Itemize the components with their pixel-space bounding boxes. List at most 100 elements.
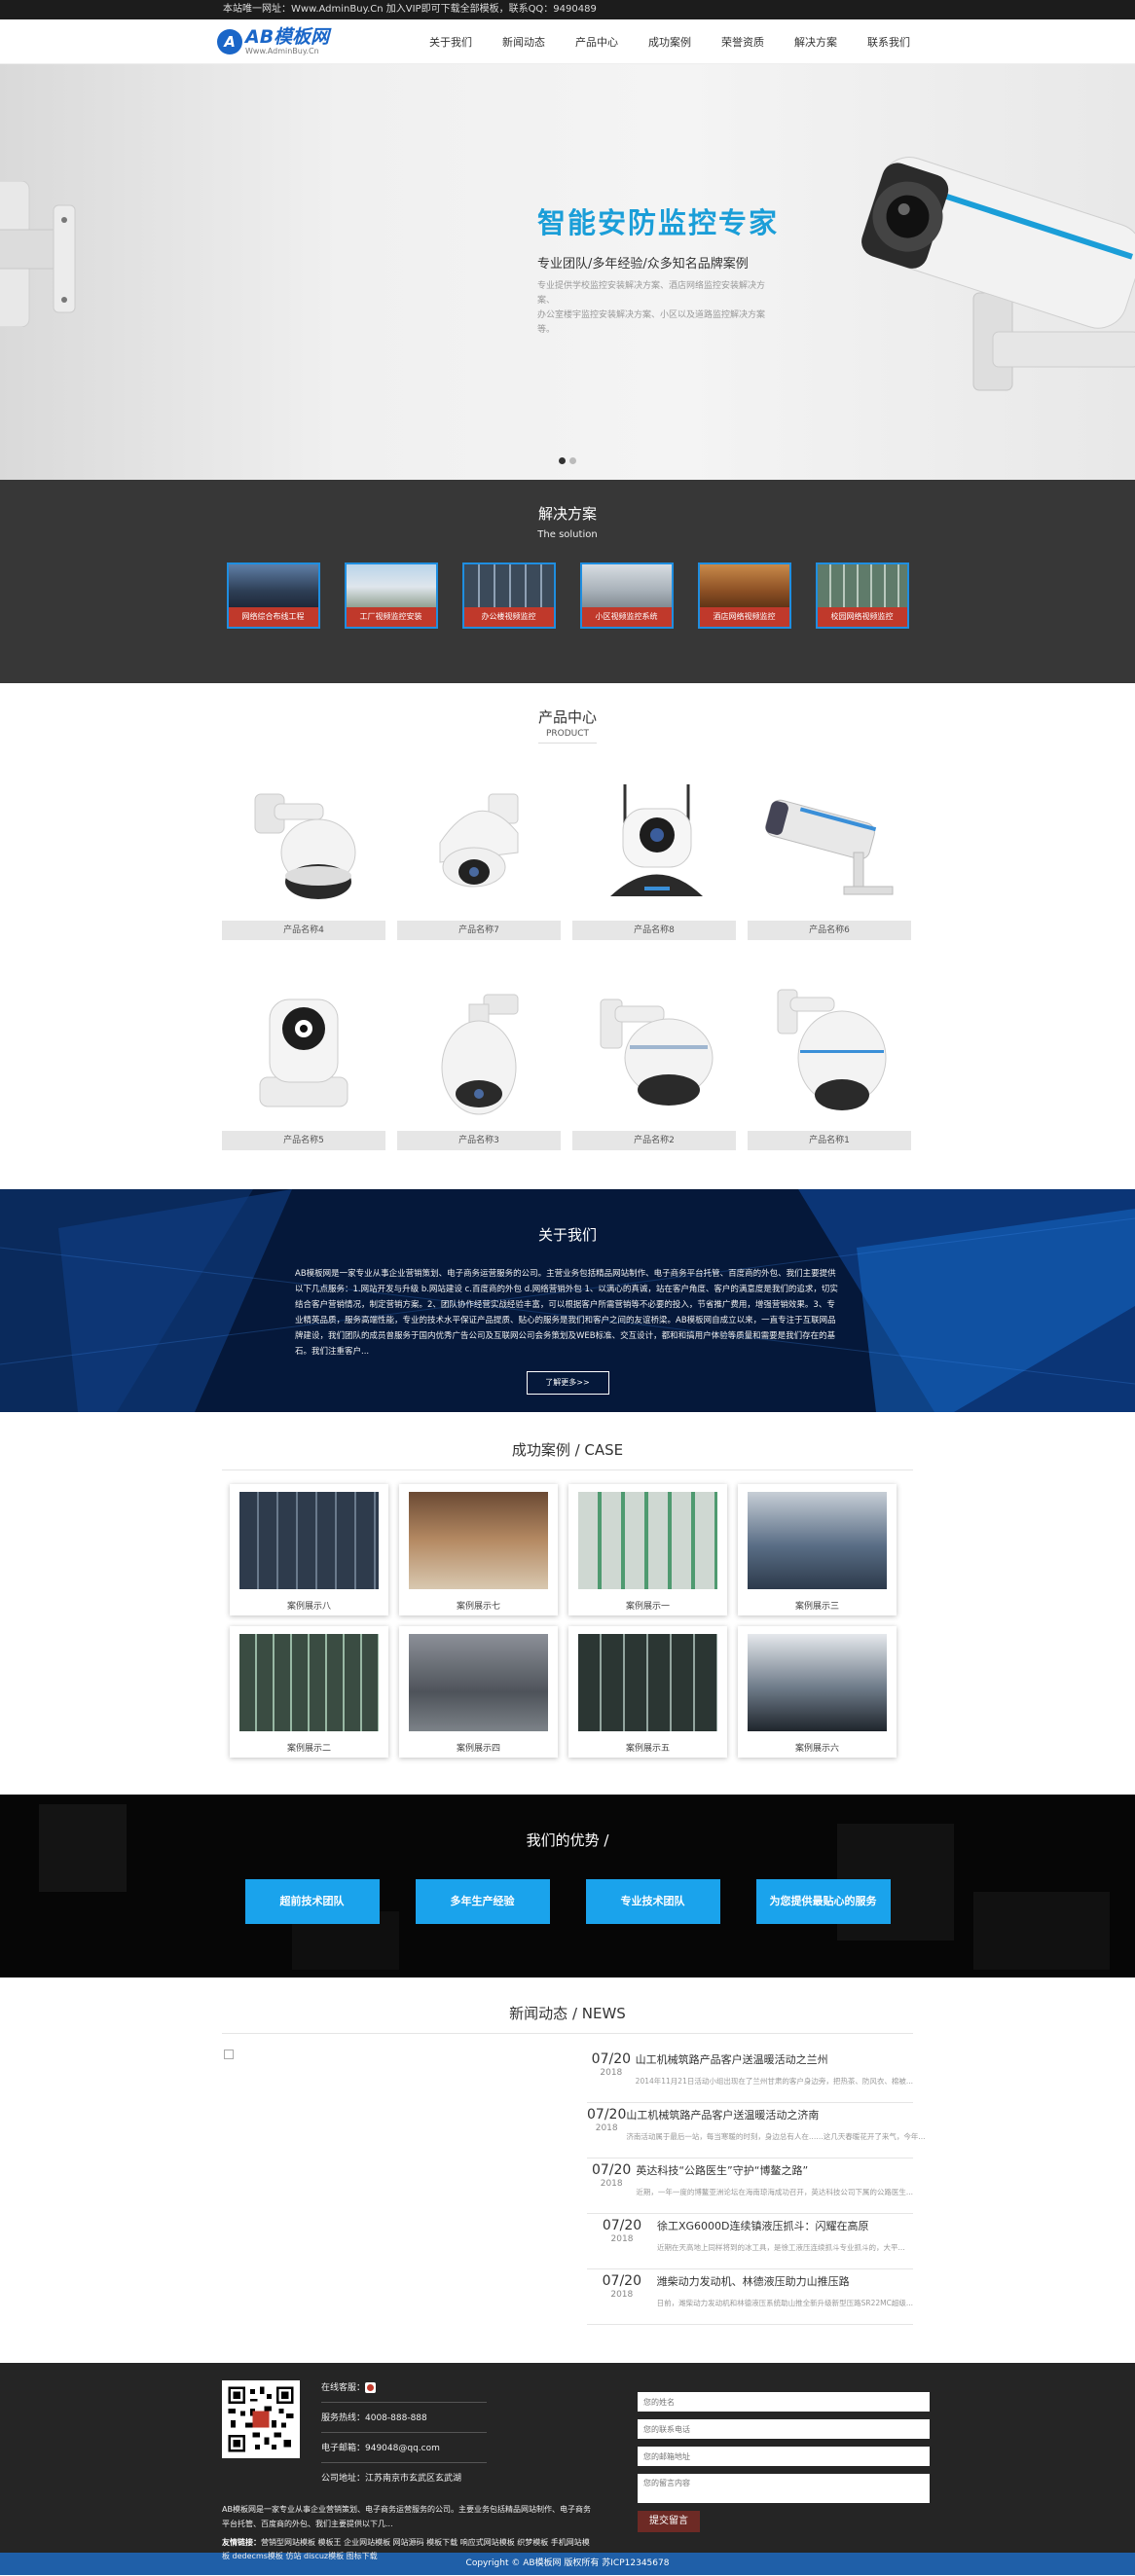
cases-title: 成功案例 / CASE <box>511 1441 624 1459</box>
solution-label: 工厂视频监控安装 <box>346 607 436 627</box>
about-text: AB模板网是一家专业从事企业营销策划、电子商务运营服务的公司。主营业务包括精品网… <box>295 1269 838 1357</box>
case-card[interactable]: 案例展示五 <box>568 1626 727 1758</box>
news-summary: 近期，一年一度的博鳌亚洲论坛在海南琼海成功召开，英达科技公司下属的公路医生... <box>636 2188 913 2196</box>
phone-input[interactable] <box>638 2419 930 2439</box>
solution-label: 小区视频监控系统 <box>581 607 672 627</box>
divider <box>321 2462 487 2463</box>
solution-item[interactable]: 网络综合布线工程 <box>226 562 320 629</box>
case-label: 案例展示二 <box>286 1744 331 1754</box>
news-item[interactable]: 07/20 2018 徐工XG6000D连续镇液压抓斗：闪耀在高原 近期在天高地上同… <box>587 2214 913 2269</box>
product-card[interactable]: 产品名称5 <box>222 975 385 1150</box>
news-item[interactable]: 07/20 2018 英达科技“公路医生”守护“博鳌之路” 近期，一年一度的博鳌亚洲… <box>587 2159 913 2214</box>
news-day: 07/20 <box>602 2273 641 2289</box>
nav-products[interactable]: 产品中心 <box>568 34 626 50</box>
case-image <box>748 1492 887 1589</box>
banner-dot-2[interactable] <box>569 457 576 464</box>
news-headline[interactable]: 英达科技“公路医生”守护“博鳌之路” <box>636 2162 913 2178</box>
news-year: 2018 <box>610 2290 634 2300</box>
solution-item[interactable]: 酒店网络视频监控 <box>697 562 791 629</box>
banner-desc-line-2: 办公室楼宇监控安装解决方案、小区以及道路监控解决方案等。 <box>537 310 766 335</box>
qq-chat-icon[interactable] <box>365 2382 377 2393</box>
solution-item[interactable]: 办公楼视频监控 <box>461 562 556 629</box>
case-card[interactable]: 案例展示八 <box>230 1484 388 1615</box>
solution-label: 酒店网络视频监控 <box>699 607 789 627</box>
solution-item[interactable]: 工厂视频监控安装 <box>344 562 438 629</box>
solution-image <box>463 564 554 609</box>
message-textarea[interactable] <box>638 2474 930 2503</box>
product-label: 产品名称1 <box>748 1131 911 1150</box>
news-headline[interactable]: 徐工XG6000D连续镇液压抓斗：闪耀在高原 <box>657 2218 913 2233</box>
banner-pagination <box>559 457 576 464</box>
news-item[interactable]: 07/20 2018 潍柴动力发动机、林德液压助力山推压路日前，潍柴动力发动机和林… <box>587 2269 913 2325</box>
news-featured <box>222 2048 582 2325</box>
product-image <box>748 975 911 1131</box>
product-card[interactable]: 产品名称8 <box>572 765 736 940</box>
news-summary: 2014年11月21日活动小组出现在了兰州甘肃的客户身边旁，把热茶、防风衣、棉被… <box>635 2077 913 2086</box>
news-day: 07/20 <box>587 2107 627 2122</box>
news-list: 07/20 2018 山工机械筑路产品客户送温暖活动之兰州 2014年11月21日活… <box>587 2048 926 2325</box>
case-label: 案例展示七 <box>456 1602 500 1612</box>
solution-label: 校园网络视频监控 <box>817 607 907 627</box>
banner-description: 专业提供学校监控安装解决方案、酒店网络监控安装解决方案、 办公室楼宇监控安装解决… <box>537 279 781 338</box>
nav-about[interactable]: 关于我们 <box>421 34 480 50</box>
product-label: 产品名称5 <box>222 1131 385 1150</box>
solution-label: 网络综合布线工程 <box>228 607 318 627</box>
advantage-item[interactable]: 专业技术团队 <box>585 1879 720 1924</box>
advantage-item[interactable]: 为您提供最贴心的服务 <box>755 1879 891 1924</box>
advantage-item[interactable]: 多年生产经验 <box>415 1879 550 1924</box>
product-card[interactable]: 产品名称2 <box>572 975 736 1150</box>
case-card[interactable]: 案例展示七 <box>399 1484 558 1615</box>
case-card[interactable]: 案例展示二 <box>230 1626 388 1758</box>
advantages-list: 超前技术团队 多年生产经验 专业技术团队 为您提供最贴心的服务 <box>0 1879 1135 1924</box>
name-input[interactable] <box>638 2392 930 2412</box>
product-label: 产品名称8 <box>572 921 736 940</box>
online-service-label: 在线客服： <box>321 2383 366 2393</box>
product-card[interactable]: 产品名称1 <box>748 975 911 1150</box>
qr-code-image <box>222 2380 300 2458</box>
product-card[interactable]: 产品名称4 <box>222 765 385 940</box>
divider <box>222 2033 913 2034</box>
nav-honors[interactable]: 荣誉资质 <box>714 34 772 50</box>
product-card[interactable]: 产品名称3 <box>397 975 561 1150</box>
news-day: 07/20 <box>591 2051 632 2067</box>
solution-item[interactable]: 校园网络视频监控 <box>815 562 909 629</box>
product-image <box>572 975 736 1131</box>
news-headline[interactable]: 山工机械筑路产品客户送温暖活动之兰州 <box>636 2051 913 2067</box>
header: A AB模板网 Www.AdminBuy.Cn 关于我们 新闻动态 产品中心 成… <box>0 19 1135 64</box>
nav-news[interactable]: 新闻动态 <box>494 34 553 50</box>
cases-section: 成功案例 / CASE 案例展示八 案例展示七 案例展示一 案例展示三 案例展示… <box>0 1412 1135 1795</box>
advantage-item[interactable]: 超前技术团队 <box>244 1879 380 1924</box>
solution-image <box>817 564 907 609</box>
news-summary: 日前，潍柴动力发动机和林德液压系统助山推全新升级新型压路SR22MC超级... <box>656 2299 913 2307</box>
email-input[interactable] <box>638 2447 930 2466</box>
solution-item[interactable]: 小区视频监控系统 <box>579 562 674 629</box>
banner-subtitle: 专业团队/多年经验/众多知名品牌案例 <box>537 257 749 272</box>
case-card[interactable]: 案例展示一 <box>568 1484 727 1615</box>
nav-contact[interactable]: 联系我们 <box>860 34 918 50</box>
case-label: 案例展示三 <box>794 1602 839 1612</box>
camera-left-image <box>0 181 76 327</box>
product-image <box>748 765 911 921</box>
site-logo[interactable]: A AB模板网 Www.AdminBuy.Cn <box>217 27 421 56</box>
product-image <box>397 975 561 1131</box>
product-label: 产品名称4 <box>222 921 385 940</box>
news-year: 2018 <box>600 2068 623 2078</box>
product-card[interactable]: 产品名称6 <box>748 765 911 940</box>
case-card[interactable]: 案例展示四 <box>399 1626 558 1758</box>
submit-message-button[interactable]: 提交留言 <box>638 2511 700 2532</box>
product-label: 产品名称2 <box>572 1131 736 1150</box>
banner-dot-1[interactable] <box>559 457 566 464</box>
case-card[interactable]: 案例展示六 <box>738 1626 897 1758</box>
case-image <box>578 1634 717 1731</box>
hero-banner[interactable]: 智能安防监控专家 专业团队/多年经验/众多知名品牌案例 专业提供学校监控安装解决… <box>0 64 1135 480</box>
product-label: 产品名称6 <box>748 921 911 940</box>
news-item[interactable]: 07/20 2018 山工机械筑路产品客户送温暖活动之济南 济南活动属于最后一站，每… <box>587 2103 926 2159</box>
news-item[interactable]: 07/20 2018 山工机械筑路产品客户送温暖活动之兰州 2014年11月21日活… <box>587 2048 913 2103</box>
nav-cases[interactable]: 成功案例 <box>641 34 699 50</box>
news-headline[interactable]: 潍柴动力发动机、林德液压助力山推压路 <box>657 2273 913 2289</box>
learn-more-button[interactable]: 了解更多>> <box>526 1371 609 1395</box>
nav-solutions[interactable]: 解决方案 <box>787 34 845 50</box>
case-card[interactable]: 案例展示三 <box>738 1484 897 1615</box>
product-card[interactable]: 产品名称7 <box>397 765 561 940</box>
news-headline[interactable]: 山工机械筑路产品客户送温暖活动之济南 <box>626 2107 925 2122</box>
